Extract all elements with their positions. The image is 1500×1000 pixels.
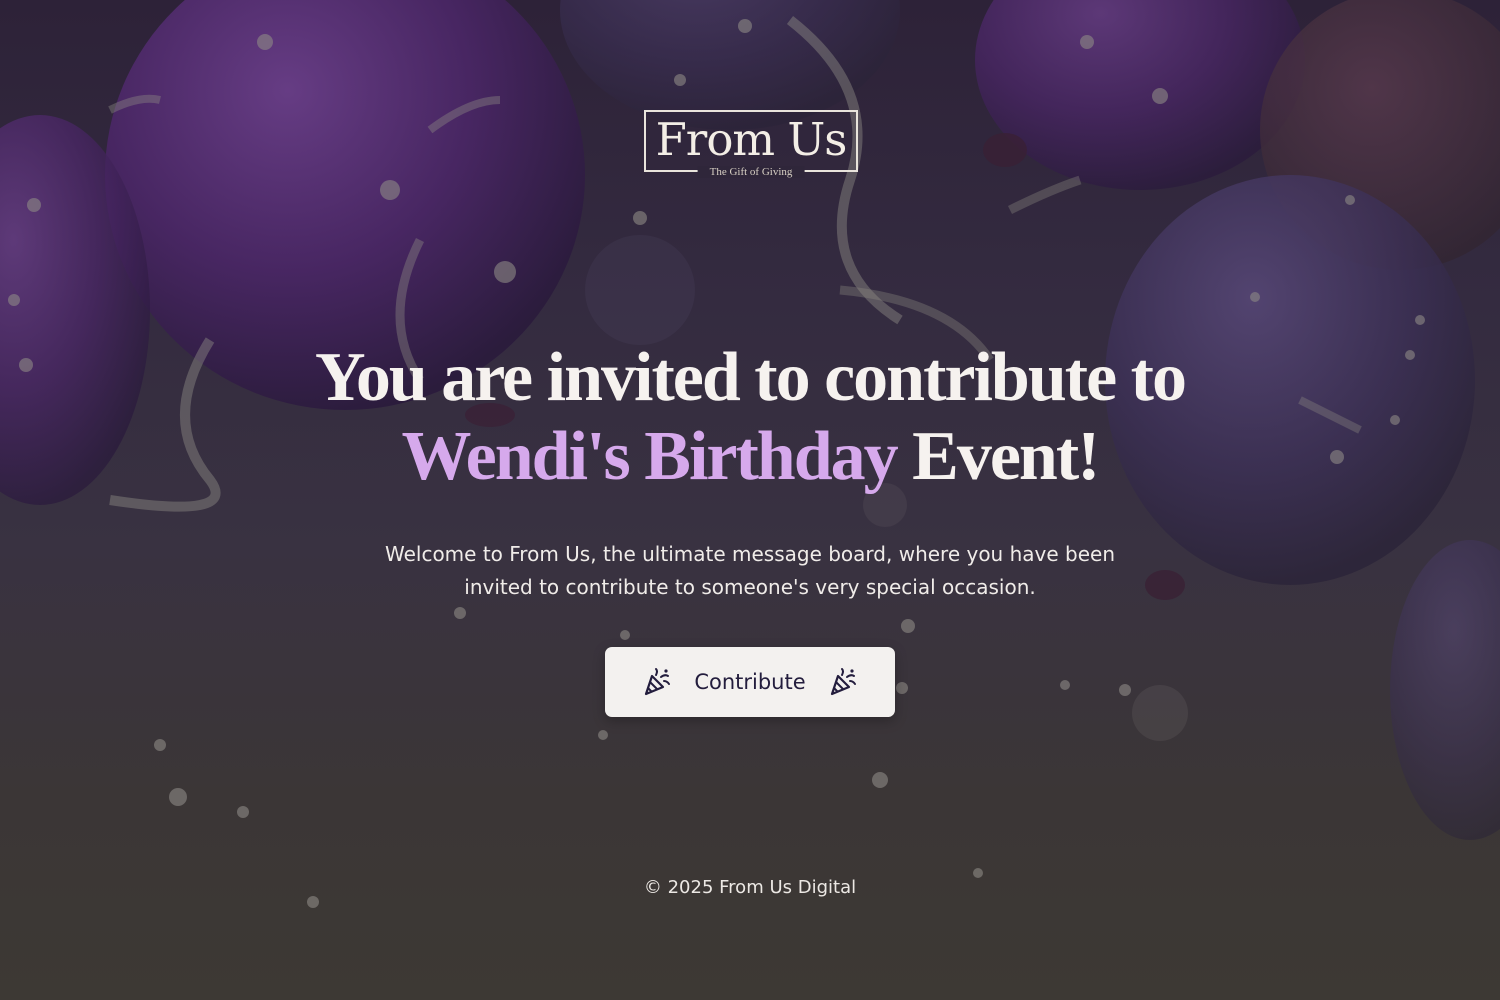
heading-line1: You are invited to contribute to [315, 339, 1187, 416]
footer-copyright: © 2025 From Us Digital [643, 877, 857, 898]
welcome-text: Welcome to From Us, the ultimate message… [350, 538, 1150, 604]
logo-title: From Us [655, 113, 848, 166]
logo-tagline: The Gift of Giving [697, 166, 805, 178]
party-popper-icon [645, 668, 671, 696]
welcome-line1: Welcome to From Us, the ultimate message… [384, 542, 1116, 566]
party-popper-icon [830, 668, 856, 696]
invitation-heading: You are invited to contribute to Wendi's… [200, 338, 1300, 496]
welcome-line2: invited to contribute to someone's very … [464, 575, 1036, 599]
from-us-logo: From Us The Gift of Giving [644, 110, 858, 178]
contribute-button-label: Contribute [694, 670, 806, 694]
heading-end: Event! [912, 418, 1100, 495]
contribute-button[interactable]: Contribute [605, 647, 895, 717]
event-name-highlight: Wendi's Birthday [401, 418, 899, 495]
